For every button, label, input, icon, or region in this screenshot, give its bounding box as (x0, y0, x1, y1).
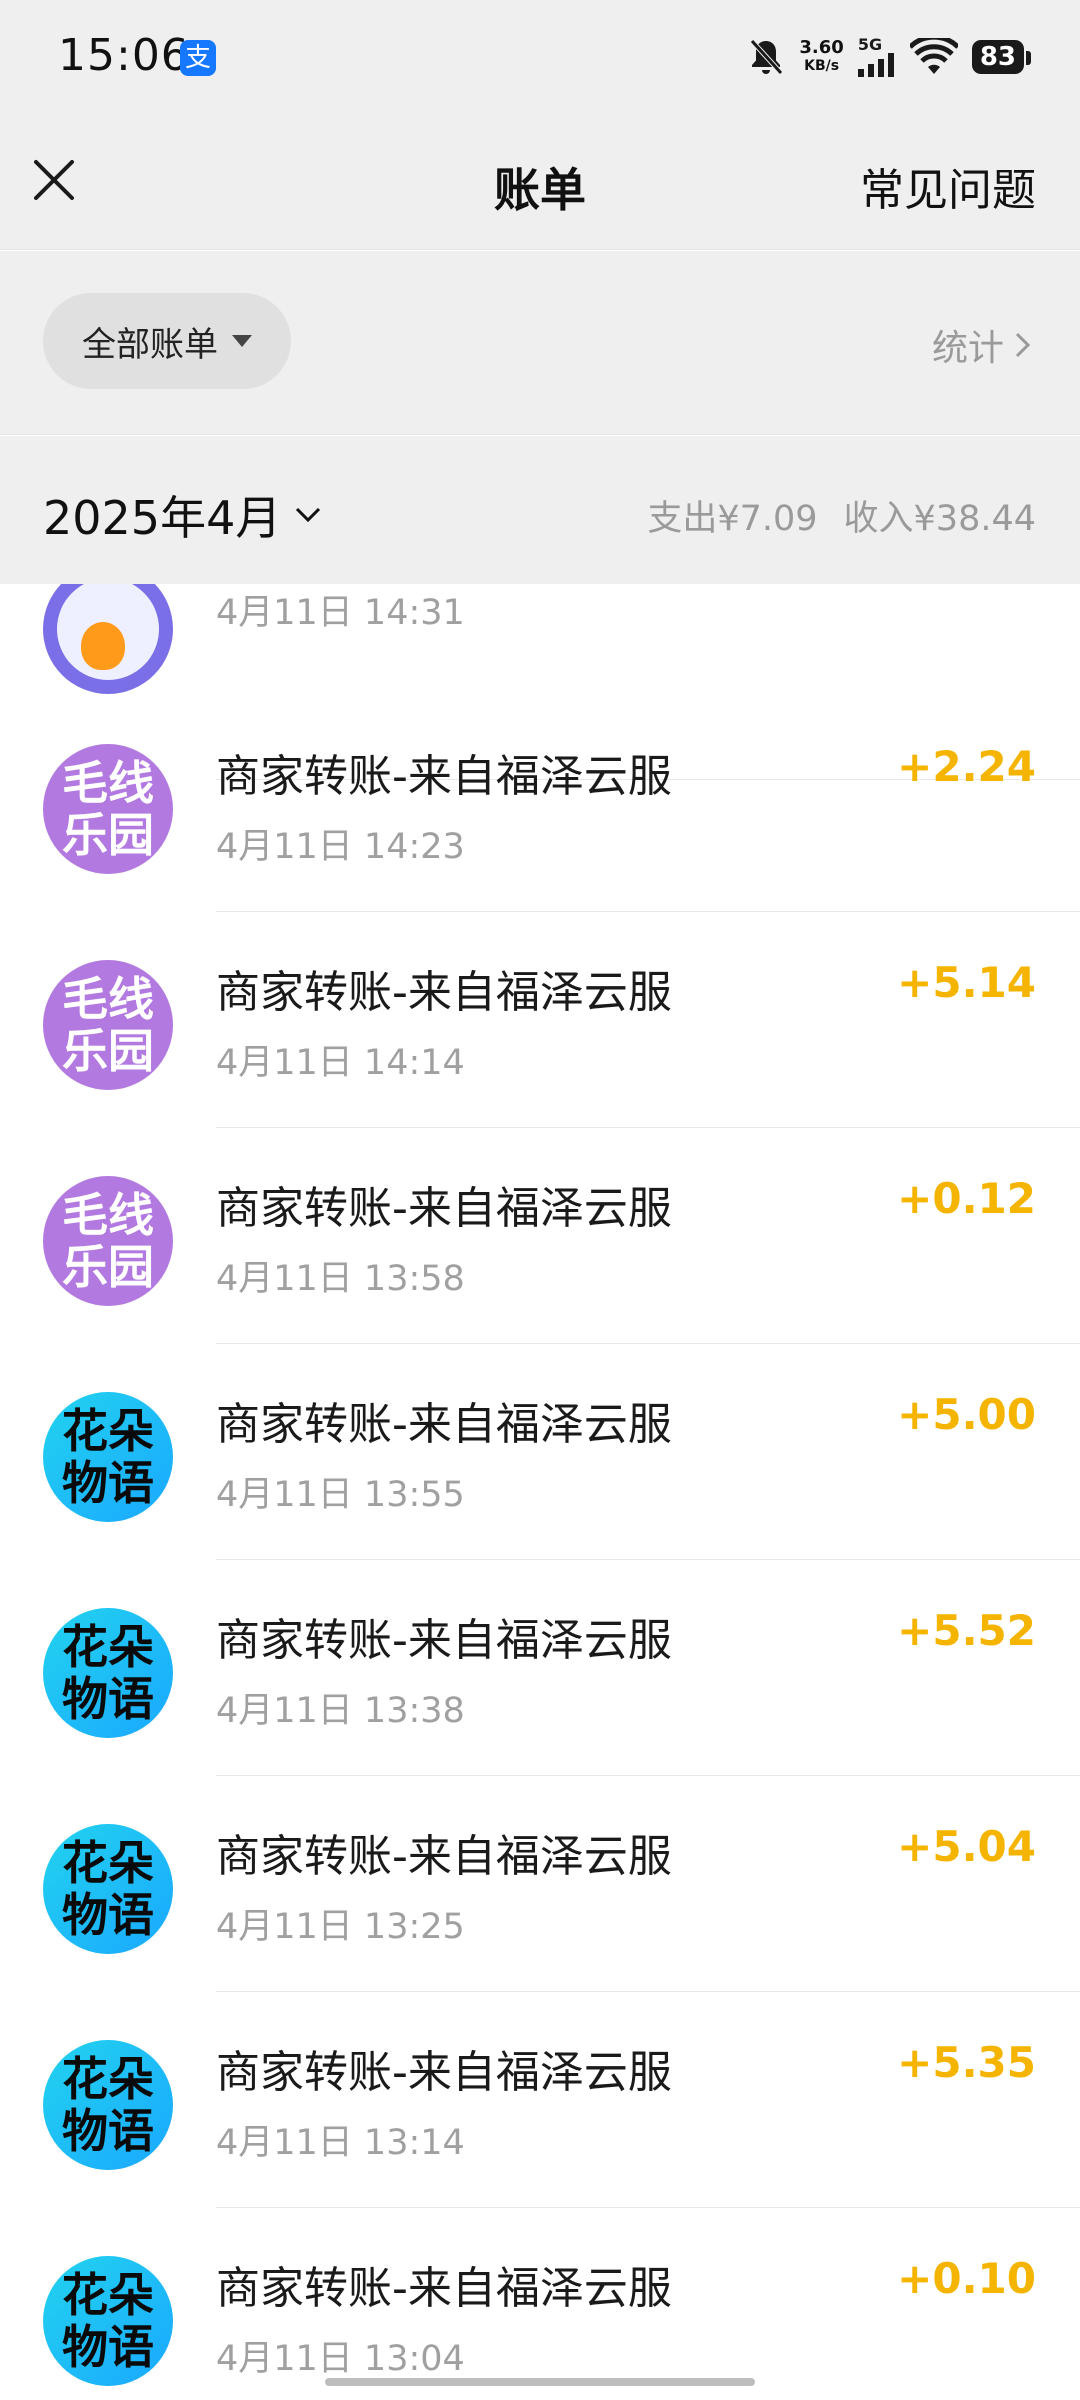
transaction-amount: +5.00 (897, 1390, 1036, 1439)
top-nav-bar: 账单 常见问题 (0, 110, 1080, 250)
transaction-time: 4月11日 13:58 (216, 1259, 465, 1299)
expense-total: 支出¥7.09 (647, 499, 818, 539)
month-summary: 支出¥7.09 收入¥38.44 (647, 490, 1036, 541)
transaction-title: 商家转账-来自福泽云服 (216, 2047, 672, 2098)
all-bills-dropdown[interactable]: 全部账单 (43, 293, 291, 389)
transaction-time: 4月11日 14:14 (216, 1043, 465, 1083)
chevron-right-icon (1015, 332, 1031, 358)
month-selector[interactable]: 2025年4月 (43, 482, 323, 548)
transaction-time: 4月11日 13:14 (216, 2123, 465, 2163)
merchant-avatar: 花朵物语 (43, 1824, 173, 1954)
transaction-time: 4月11日 13:25 (216, 1907, 465, 1947)
stats-link[interactable]: 统计 (932, 319, 1034, 371)
chevron-down-icon (296, 507, 321, 523)
status-bar: 15:06 支 3.60 KB/s 5G 83 (0, 0, 1080, 110)
transaction-time: 4月11日 13:04 (216, 2339, 465, 2379)
merchant-avatar: 毛线乐园 (43, 960, 173, 1090)
month-label: 2025年4月 (43, 491, 282, 545)
transaction-time: 4月11日 14:23 (216, 827, 465, 867)
income-total: 收入¥38.44 (843, 499, 1036, 539)
merchant-avatar: 花朵物语 (43, 2040, 173, 2170)
status-time: 15:06 (58, 30, 190, 81)
month-header: 2025年4月 支出¥7.09 收入¥38.44 (0, 436, 1080, 584)
merchant-avatar (43, 584, 173, 694)
merchant-avatar: 花朵物语 (43, 2256, 173, 2386)
merchant-avatar: 花朵物语 (43, 1392, 173, 1522)
transaction-amount: +5.14 (897, 958, 1036, 1007)
transaction-title: 商家转账-来自福泽云服 (216, 1831, 672, 1882)
list-item[interactable]: 毛线乐园 商家转账-来自福泽云服 4月11日 14:14 +5.14 (0, 912, 1080, 1128)
transaction-title: 商家转账-来自福泽云服 (216, 967, 672, 1018)
list-item[interactable]: 花朵物语 商家转账-来自福泽云服 4月11日 13:04 +0.10 (0, 2208, 1080, 2400)
transaction-time: 4月11日 13:55 (216, 1475, 465, 1515)
network-speed: 3.60 KB/s (799, 37, 844, 74)
stats-label: 统计 (931, 328, 1004, 369)
list-item[interactable]: 毛线乐园 商家转账-来自福泽云服 4月11日 13:58 +0.12 (0, 1128, 1080, 1344)
faq-link[interactable]: 常见问题 (860, 154, 1036, 218)
transaction-amount: +2.24 (897, 742, 1036, 791)
bell-muted-icon (750, 39, 784, 75)
list-item[interactable]: 花朵物语 商家转账-来自福泽云服 4月11日 13:25 +5.04 (0, 1776, 1080, 1992)
status-icons: 3.60 KB/s 5G 83 (747, 32, 1032, 82)
transaction-amount: +0.12 (897, 1174, 1036, 1223)
duck-icon (81, 622, 125, 670)
caret-down-icon (232, 335, 252, 347)
transaction-title: 商家转账-来自福泽云服 (216, 1399, 672, 1450)
battery-indicator: 83 (971, 40, 1032, 74)
transaction-title: 商家转账-来自福泽云服 (216, 1183, 672, 1234)
alipay-notification-icon: 支 (180, 40, 216, 76)
filter-bar: 全部账单 统计 (0, 251, 1080, 435)
list-item[interactable]: 花朵物语 商家转账-来自福泽云服 4月11日 13:55 +5.00 (0, 1344, 1080, 1560)
merchant-avatar: 毛线乐园 (43, 1176, 173, 1306)
wifi-icon (909, 38, 958, 74)
transaction-title: 商家转账-来自福泽云服 (216, 2263, 672, 2314)
transaction-amount: +5.35 (897, 2038, 1036, 2087)
transaction-list[interactable]: 4月11日 14:31 毛线乐园 商家转账-来自福泽云服 4月11日 14:23 +2… (0, 584, 1080, 2400)
home-indicator[interactable] (325, 2378, 755, 2386)
list-item[interactable]: 毛线乐园 商家转账-来自福泽云服 4月11日 14:23 +2.24 (0, 696, 1080, 912)
transaction-title: 商家转账-来自福泽云服 (216, 1615, 672, 1666)
transaction-time: 4月11日 13:38 (216, 1691, 465, 1731)
transaction-title: 商家转账-来自福泽云服 (216, 751, 672, 802)
cellular-signal: 5G (857, 37, 896, 77)
all-bills-label: 全部账单 (82, 324, 218, 365)
list-item[interactable]: 花朵物语 商家转账-来自福泽云服 4月11日 13:14 +5.35 (0, 1992, 1080, 2208)
transaction-amount: +0.10 (897, 2254, 1036, 2303)
list-item[interactable]: 花朵物语 商家转账-来自福泽云服 4月11日 13:38 +5.52 (0, 1560, 1080, 1776)
transaction-amount: +5.04 (897, 1822, 1036, 1871)
merchant-avatar: 花朵物语 (43, 1608, 173, 1738)
transaction-time: 4月11日 14:31 (216, 593, 465, 633)
merchant-avatar: 毛线乐园 (43, 744, 173, 874)
transaction-amount: +5.52 (897, 1606, 1036, 1655)
signal-bars-icon (857, 53, 894, 77)
